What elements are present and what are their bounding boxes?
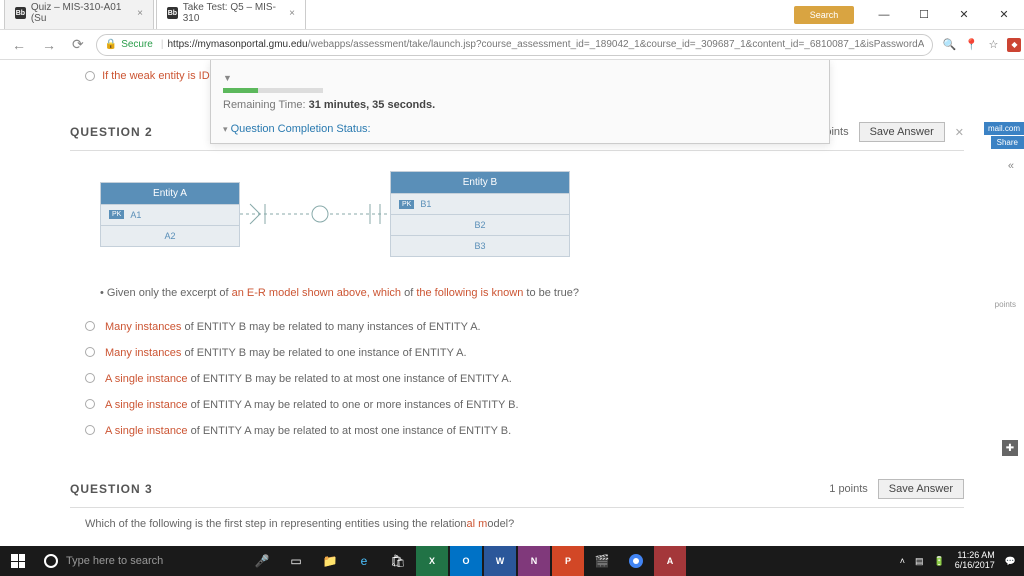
minimize-button[interactable]: — xyxy=(864,0,904,30)
chevron-down-icon: ▾ xyxy=(223,124,228,134)
mic-icon[interactable]: 🎤 xyxy=(246,546,278,576)
edge-icon[interactable]: e xyxy=(348,546,380,576)
store-icon[interactable]: 🛍 xyxy=(382,546,414,576)
timer-popup: ▼ Remaining Time: 31 minutes, 35 seconds… xyxy=(210,60,830,144)
window-titlebar: Bb Quiz – MIS-310-A01 (Su × Bb Take Test… xyxy=(0,0,1024,30)
zoom-icon[interactable]: 🔍 xyxy=(941,37,957,53)
question-title: QUESTION 3 xyxy=(70,482,153,496)
excel-icon[interactable]: X xyxy=(416,546,448,576)
entity-b-attr-row: B3 xyxy=(391,235,569,256)
taskbar-apps: 🎤 ▭ 📁 e 🛍 X O W N P 🎬 A xyxy=(246,546,686,576)
entity-a-box: Entity A PK A1 A2 xyxy=(100,182,240,247)
question-3-prompt: Which of the following is the first step… xyxy=(70,508,964,540)
close-icon[interactable]: × xyxy=(137,8,143,19)
tab-label: Quiz – MIS-310-A01 (Su xyxy=(31,2,129,24)
browser-tabs: Bb Quiz – MIS-310-A01 (Su × Bb Take Test… xyxy=(0,0,794,29)
film-icon[interactable]: 🎬 xyxy=(586,546,618,576)
entity-a-title: Entity A xyxy=(101,183,239,204)
page-content: mail.com Share « points ✚ ▼ Remaining Ti… xyxy=(0,60,1024,546)
radio-icon xyxy=(85,321,95,331)
windows-taskbar: Type here to search 🎤 ▭ 📁 e 🛍 X O W N P … xyxy=(0,546,1024,576)
option-5[interactable]: A single instance of ENTITY A may be rel… xyxy=(85,418,964,444)
task-view-icon[interactable]: ▭ xyxy=(280,546,312,576)
address-bar: ← → ⟳ 🔒 Secure | https://mymasonportal.g… xyxy=(0,30,1024,60)
tab-label: Take Test: Q5 – MIS-310 xyxy=(183,2,281,24)
radio-icon xyxy=(85,399,95,409)
question-2-options: Many instances of ENTITY B may be relate… xyxy=(70,309,964,449)
close-icon[interactable]: ✕ xyxy=(955,126,964,139)
close-icon[interactable]: × xyxy=(289,8,295,19)
entity-a-pk-row: PK A1 xyxy=(101,204,239,225)
powerpoint-icon[interactable]: P xyxy=(552,546,584,576)
close-button[interactable]: ✕ xyxy=(944,0,984,30)
browser-tab-1[interactable]: Bb Quiz – MIS-310-A01 (Su × xyxy=(4,0,154,29)
clock[interactable]: 11:26 AM 6/16/2017 xyxy=(955,551,995,571)
start-button[interactable] xyxy=(0,546,36,576)
outlook-icon[interactable]: O xyxy=(450,546,482,576)
entity-b-box: Entity B PK B1 B2 B3 xyxy=(390,171,570,257)
mail-tab[interactable]: mail.com xyxy=(984,122,1024,135)
taskbar-search[interactable]: Type here to search xyxy=(36,554,236,568)
entity-a-attr-row: A2 xyxy=(101,225,239,246)
question-completion-status[interactable]: ▾ Question Completion Status: xyxy=(223,123,817,135)
er-diagram: Entity A PK A1 A2 Entit xyxy=(70,151,964,277)
star-icon[interactable]: ☆ xyxy=(985,37,1001,53)
browser-tab-2[interactable]: Bb Take Test: Q5 – MIS-310 × xyxy=(156,0,306,29)
windows-logo-icon xyxy=(11,554,25,568)
forward-button[interactable]: → xyxy=(38,37,60,53)
bb-icon: Bb xyxy=(167,7,178,19)
search-highlight: Search xyxy=(794,6,854,24)
question-3-header: QUESTION 3 1 points Save Answer xyxy=(70,469,964,508)
reload-button[interactable]: ⟳ xyxy=(68,36,88,53)
location-icon[interactable]: 📍 xyxy=(963,37,979,53)
option-1[interactable]: Many instances of ENTITY B may be relate… xyxy=(85,314,964,340)
lock-icon: 🔒 xyxy=(105,39,117,50)
option-4[interactable]: A single instance of ENTITY A may be rel… xyxy=(85,392,964,418)
adblock-icon[interactable]: ◆ xyxy=(1007,38,1021,52)
bb-icon: Bb xyxy=(15,7,26,19)
notifications-icon[interactable]: 💬 xyxy=(1005,556,1016,567)
side-points-label: points xyxy=(995,300,1016,309)
expand-icon[interactable]: ✚ xyxy=(1002,440,1018,456)
back-button[interactable]: ← xyxy=(8,37,30,53)
progress-bar xyxy=(223,88,323,93)
battery-icon[interactable]: 🔋 xyxy=(934,556,945,567)
url-text: https://mymasonportal.gmu.edu/webapps/as… xyxy=(167,39,924,50)
relationship-line xyxy=(240,194,390,234)
access-icon[interactable]: A xyxy=(654,546,686,576)
save-answer-button[interactable]: Save Answer xyxy=(859,122,945,142)
chrome-icon[interactable] xyxy=(620,546,652,576)
save-answer-button[interactable]: Save Answer xyxy=(878,479,964,499)
secondary-close-button[interactable]: ✕ xyxy=(984,0,1024,30)
chevron-down-icon[interactable]: ▼ xyxy=(223,73,232,83)
radio-icon xyxy=(85,347,95,357)
explorer-icon[interactable]: 📁 xyxy=(314,546,346,576)
radio-icon xyxy=(85,373,95,383)
search-placeholder: Type here to search xyxy=(66,555,163,567)
question-title: QUESTION 2 xyxy=(70,125,153,139)
cortana-icon xyxy=(44,554,58,568)
tray-chevron-icon[interactable]: ˄ xyxy=(900,556,905,566)
question-2-prompt: • Given only the excerpt of an E-R model… xyxy=(70,277,964,309)
url-input[interactable]: 🔒 Secure | https://mymasonportal.gmu.edu… xyxy=(96,34,934,56)
radio-icon xyxy=(85,425,95,435)
network-icon[interactable]: ▤ xyxy=(915,556,924,567)
system-tray: ˄ ▤ 🔋 11:26 AM 6/16/2017 💬 xyxy=(900,551,1024,571)
remaining-time: Remaining Time: 31 minutes, 35 seconds. xyxy=(223,99,817,111)
option-3[interactable]: A single instance of ENTITY B may be rel… xyxy=(85,366,964,392)
collapse-icon[interactable]: « xyxy=(1008,160,1014,172)
entity-b-attr-row: B2 xyxy=(391,214,569,235)
radio-icon[interactable] xyxy=(85,71,95,81)
share-tab[interactable]: Share xyxy=(991,136,1024,149)
onenote-icon[interactable]: N xyxy=(518,546,550,576)
points-label: 1 points xyxy=(829,483,868,495)
window-controls: — ☐ ✕ ✕ xyxy=(864,0,1024,30)
extension-icons: 🔍 📍 ☆ ◆ ▣ 👤 ⋮ 👤 ⋮ xyxy=(941,37,1024,53)
option-2[interactable]: Many instances of ENTITY B may be relate… xyxy=(85,340,964,366)
entity-b-pk-row: PK B1 xyxy=(391,193,569,214)
word-icon[interactable]: W xyxy=(484,546,516,576)
maximize-button[interactable]: ☐ xyxy=(904,0,944,30)
entity-b-title: Entity B xyxy=(391,172,569,193)
secure-label: Secure xyxy=(121,39,153,50)
